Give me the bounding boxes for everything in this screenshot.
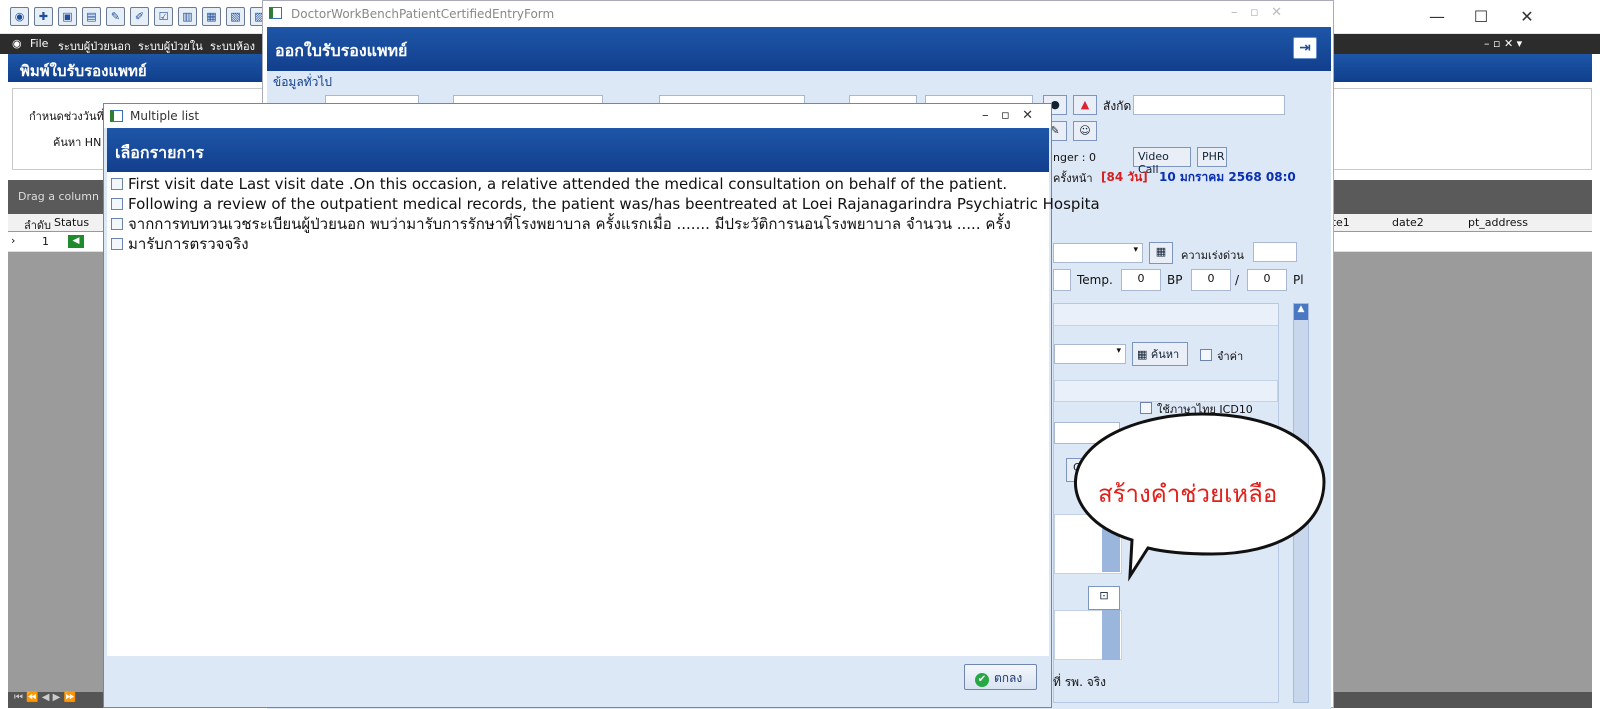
maximize-button[interactable]: ☐ bbox=[1458, 4, 1504, 30]
remember-label: จำค่า bbox=[1217, 350, 1244, 363]
temp-field[interactable]: 0 bbox=[1121, 269, 1161, 291]
menu-room[interactable]: ระบบห้อง bbox=[210, 37, 255, 55]
list-item-label: จากการทบทวนเวชระเบียนผู้ป่วยนอก พบว่ามาร… bbox=[128, 215, 1011, 233]
diagnosis-panel-header bbox=[1054, 304, 1278, 326]
video-call-button[interactable]: Video Call bbox=[1133, 147, 1191, 176]
phr-button[interactable]: PHR bbox=[1197, 147, 1227, 167]
affil-label: สังกัด bbox=[1103, 99, 1132, 113]
status-icon: ◀ bbox=[68, 235, 84, 248]
document-icon[interactable]: ▥ bbox=[178, 7, 197, 26]
checklist-icon[interactable]: ☑ bbox=[154, 7, 173, 26]
list-item[interactable]: จากการทบทวนเวชระเบียนผู้ป่วยนอก พบว่ามาร… bbox=[111, 214, 1011, 234]
pl-label: Pl bbox=[1293, 273, 1304, 287]
col-pt-address[interactable]: pt_address bbox=[1468, 216, 1528, 229]
list-item[interactable]: Following a review of the outpatient med… bbox=[111, 194, 1100, 214]
issue-certificate-title: ออกใบรับรองแพทย์ bbox=[275, 41, 408, 60]
mid-window-controls[interactable]: – ▫ ✕ bbox=[1231, 5, 1282, 20]
checkbox-icon[interactable] bbox=[111, 218, 123, 230]
window-icon bbox=[269, 7, 282, 19]
select-items-header: เลือกรายการ bbox=[107, 128, 1049, 172]
search-button-label: ค้นหา bbox=[1150, 348, 1180, 361]
checkbox-icon[interactable] bbox=[111, 198, 123, 210]
clipboard-icon[interactable]: ▤ bbox=[82, 7, 101, 26]
register-icon[interactable]: ▣ bbox=[58, 7, 77, 26]
list-item-label: มารับการตรวจจริง bbox=[128, 235, 249, 253]
person-icon[interactable]: ☺ bbox=[1073, 121, 1097, 141]
user-edit-icon[interactable]: ✎ bbox=[106, 7, 125, 26]
bp-diastolic-field[interactable]: 0 bbox=[1247, 269, 1287, 291]
section-general: ข้อมูลทั่วไป bbox=[273, 75, 332, 89]
next-visit-date: 10 มกราคม 2568 08:0 bbox=[1159, 170, 1296, 184]
menu-file[interactable]: File bbox=[30, 37, 48, 50]
list-item-label: First visit date Last visit date .On thi… bbox=[128, 175, 1008, 193]
list-item[interactable]: First visit date Last visit date .On thi… bbox=[111, 174, 1007, 194]
urgency-label: ความเร่งด่วน bbox=[1181, 249, 1244, 262]
certificate-entry-title: DoctorWorkBenchPatientCertifiedEntryForm bbox=[291, 7, 555, 21]
ok-button[interactable]: ✔ ตกลง bbox=[964, 664, 1037, 690]
checkbox-icon[interactable] bbox=[111, 238, 123, 250]
certificate-entry-titlebar: DoctorWorkBenchPatientCertifiedEntryForm… bbox=[263, 1, 1333, 27]
bp-label: BP bbox=[1167, 273, 1183, 287]
urgency-dropdown[interactable]: ▾ bbox=[1053, 243, 1143, 263]
prev-field[interactable] bbox=[1053, 269, 1071, 291]
menu-app-icon: ◉ bbox=[12, 37, 22, 50]
help-bubble-text: สร้างคำช่วยเหลือ bbox=[1098, 480, 1278, 508]
note-edit-icon[interactable]: ✐ bbox=[130, 7, 149, 26]
urgency-field[interactable] bbox=[1253, 242, 1297, 262]
dropdown-arrow-icon: ▾ bbox=[1133, 245, 1138, 255]
col-status[interactable]: Status bbox=[54, 216, 89, 229]
table-icon[interactable]: ▧ bbox=[226, 7, 245, 26]
issue-certificate-header: ออกใบรับรองแพทย์ ⇥ bbox=[267, 27, 1331, 71]
help-speech-bubble: สร้างคำช่วยเหลือ bbox=[1072, 410, 1328, 590]
app-logo-icon[interactable]: ◉ bbox=[10, 7, 29, 26]
calendar-icon[interactable]: ▦ bbox=[202, 7, 221, 26]
danger-label: nger : 0 bbox=[1053, 151, 1096, 164]
row-index: 1 bbox=[42, 235, 49, 248]
dialog-window-controls[interactable]: – ▫ ✕ bbox=[982, 108, 1033, 123]
item-list: First visit date Last visit date .On thi… bbox=[107, 172, 1100, 656]
list-item[interactable]: มารับการตรวจจริง bbox=[111, 234, 249, 254]
next-visit-prefix: ครั้งหน้า bbox=[1053, 172, 1093, 185]
check-icon: ✔ bbox=[975, 673, 989, 687]
scroll-up-icon[interactable]: ▲ bbox=[1294, 304, 1308, 320]
note-scrollbar[interactable] bbox=[1102, 610, 1120, 660]
temp-label: Temp. bbox=[1077, 273, 1113, 287]
list-item-label: Following a review of the outpatient med… bbox=[128, 195, 1100, 213]
patient-icon[interactable]: ✚ bbox=[34, 7, 53, 26]
menu-ipd[interactable]: ระบบผู้ป่วยใน bbox=[138, 37, 203, 55]
menu-opd[interactable]: ระบบผู้ป่วยนอก bbox=[58, 37, 131, 55]
remember-checkbox[interactable]: จำค่า bbox=[1200, 347, 1243, 365]
checkbox-icon bbox=[1200, 349, 1212, 361]
affil-field[interactable] bbox=[1133, 95, 1285, 115]
multiple-list-title: Multiple list bbox=[130, 109, 200, 123]
mdi-controls[interactable]: – ▫ ✕ ▾ bbox=[1484, 37, 1522, 50]
multiple-list-dialog: Multiple list – ▫ ✕ เลือกรายการ First vi… bbox=[103, 103, 1100, 708]
search-icon: ▦ bbox=[1137, 348, 1151, 361]
minimize-button[interactable]: — bbox=[1414, 4, 1460, 30]
bp-systolic-field[interactable]: 0 bbox=[1191, 269, 1231, 291]
exit-icon[interactable]: ⇥ bbox=[1293, 37, 1317, 59]
bp-separator: / bbox=[1235, 273, 1240, 287]
next-visit-days: [84 วัน] bbox=[1101, 170, 1148, 184]
checkbox-icon[interactable] bbox=[111, 178, 123, 190]
col-date2[interactable]: date2 bbox=[1392, 216, 1424, 229]
alert-icon[interactable]: ▲ bbox=[1073, 95, 1097, 115]
icd-panel-header bbox=[1054, 380, 1278, 402]
multiple-list-titlebar: Multiple list – ▫ ✕ bbox=[104, 104, 1051, 128]
close-button[interactable]: ✕ bbox=[1504, 4, 1550, 30]
date-range-label: กำหนดช่วงวันที่ bbox=[29, 110, 104, 123]
row-indicator-icon: › bbox=[11, 234, 16, 247]
calendar-picker-icon[interactable]: ▦ bbox=[1149, 242, 1173, 264]
search-button[interactable]: ▦ ค้นหา bbox=[1132, 342, 1188, 366]
real-hospital-label: ที่ รพ. จริง bbox=[1053, 675, 1107, 689]
dropdown-arrow-icon: ▾ bbox=[1116, 346, 1121, 356]
ok-button-label: ตกลง bbox=[994, 671, 1023, 685]
window-icon bbox=[110, 110, 123, 122]
diagnosis-dropdown[interactable]: ▾ bbox=[1054, 344, 1126, 364]
search-hn-label: ค้นหา HN bbox=[53, 136, 102, 149]
